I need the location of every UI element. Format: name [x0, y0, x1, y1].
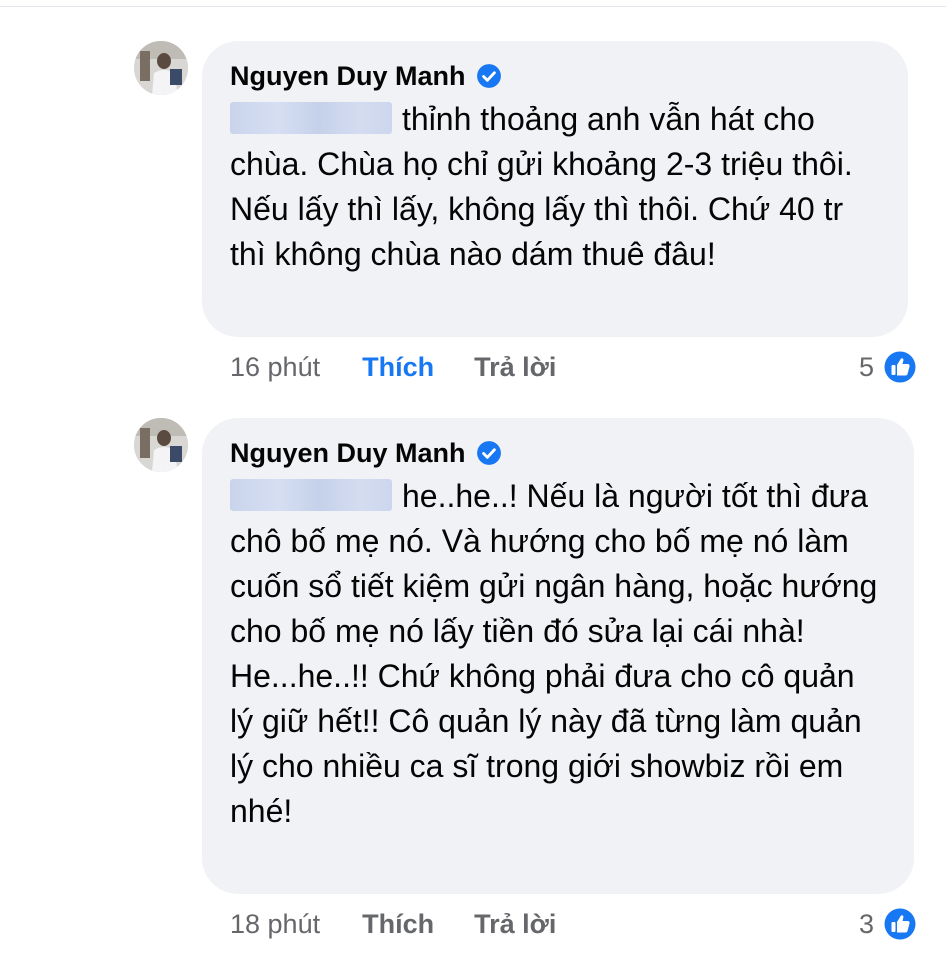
- mentioned-name-redacted: [230, 479, 392, 511]
- avatar[interactable]: [134, 418, 188, 472]
- author-name[interactable]: Nguyen Duy Manh: [230, 61, 466, 92]
- mentioned-name-redacted: [230, 102, 392, 134]
- like-button[interactable]: Thích: [362, 909, 434, 940]
- like-reaction-icon: [883, 907, 917, 941]
- avatar[interactable]: [134, 41, 188, 95]
- comment-bubble: Nguyen Duy Manh he..he..! Nếu là người t…: [202, 418, 914, 894]
- comment-time[interactable]: 16 phút: [230, 352, 320, 383]
- comment-time[interactable]: 18 phút: [230, 909, 320, 940]
- top-divider: [0, 6, 946, 7]
- comment-actions: 16 phút Thích Trả lời: [230, 347, 556, 387]
- like-reaction-icon: [883, 350, 917, 384]
- reaction-count: 3: [858, 908, 874, 939]
- comment-text: thỉnh thoảng anh vẫn hát cho chùa. Chùa …: [230, 101, 853, 272]
- comment-bubble: Nguyen Duy Manh thỉnh thoảng anh vẫn hát…: [202, 41, 908, 337]
- verified-badge-icon: [476, 441, 501, 465]
- reply-button[interactable]: Trả lời: [474, 352, 556, 383]
- verified-badge-icon: [476, 64, 501, 88]
- reply-button[interactable]: Trả lời: [474, 909, 556, 940]
- like-button[interactable]: Thích: [362, 352, 434, 383]
- reaction-count: 5: [858, 351, 874, 382]
- comment-actions: 18 phút Thích Trả lời: [230, 904, 556, 944]
- comment-text: he..he..! Nếu là người tốt thì đưa chô b…: [230, 478, 878, 829]
- reaction-summary[interactable]: 3: [859, 904, 918, 944]
- author-name[interactable]: Nguyen Duy Manh: [230, 438, 466, 469]
- reaction-summary[interactable]: 5: [859, 347, 918, 387]
